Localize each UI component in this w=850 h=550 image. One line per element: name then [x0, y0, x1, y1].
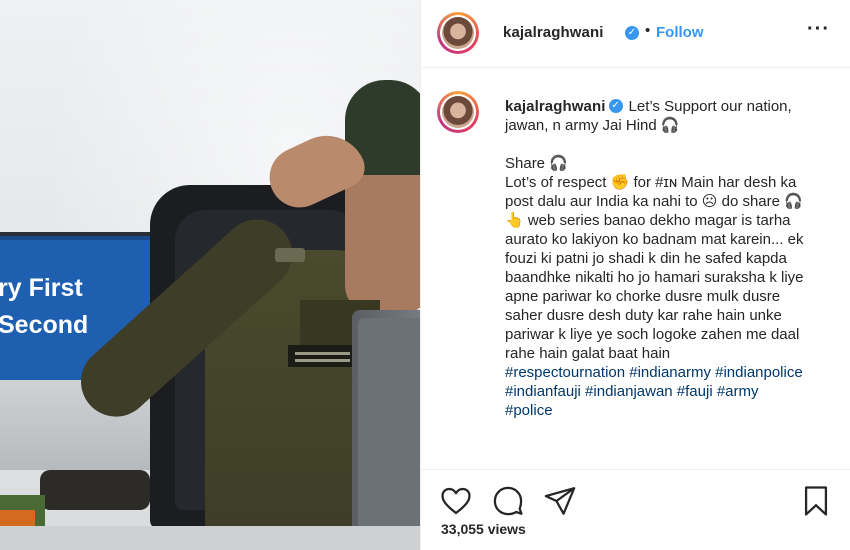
caption-text: Let’s Support our nation, jawan, n army …: [505, 98, 804, 362]
caption-username-link[interactable]: kajalraghwani: [505, 98, 606, 115]
verified-badge-icon: ✓: [625, 26, 639, 40]
nametag-text-line: [295, 352, 350, 355]
post-actions-bar: 33,055 views: [421, 469, 850, 550]
desk-surface: [0, 526, 420, 550]
nametag-text-line: [295, 359, 350, 362]
monitor-text-line2: Second: [0, 311, 89, 339]
ellipsis-icon[interactable]: ···: [807, 18, 830, 41]
view-count[interactable]: 33,055 views: [441, 521, 526, 537]
caption-hashtags[interactable]: #respectournation #indianarmy #indianpol…: [505, 364, 807, 419]
avatar[interactable]: [437, 12, 479, 54]
post-header: kajalraghwani ✓ • Follow ···: [421, 0, 850, 68]
avatar-ring: [440, 94, 476, 130]
paper-plane-icon[interactable]: [543, 484, 577, 518]
uniform-nametag: [288, 345, 358, 367]
desk-object: [40, 470, 150, 510]
follow-button[interactable]: Follow: [656, 24, 704, 41]
post-caption: kajalraghwani ✓ Let’s Support our nation, …: [505, 97, 810, 420]
heart-icon[interactable]: [439, 484, 473, 518]
post-media[interactable]: ry First Second: [0, 0, 420, 550]
avatar-ring: [440, 15, 476, 51]
header-separator: •: [645, 22, 651, 39]
avatar-image: [442, 17, 474, 49]
caption-avatar[interactable]: [437, 91, 479, 133]
comments-area[interactable]: kajalraghwani ✓ Let’s Support our nation, …: [421, 69, 850, 469]
avatar-image: [442, 96, 474, 128]
verified-badge-icon: ✓: [608, 99, 623, 114]
post-side-panel: kajalraghwani ✓ • Follow ··· kajalraghwa…: [420, 0, 850, 550]
rank-badge: [275, 248, 305, 262]
bookmark-icon[interactable]: [799, 484, 833, 518]
comment-icon[interactable]: [491, 484, 525, 518]
monitor-text-line1: ry First: [0, 274, 83, 302]
laptop-lid: [358, 318, 420, 533]
header-username-link[interactable]: kajalraghwani: [503, 24, 604, 41]
